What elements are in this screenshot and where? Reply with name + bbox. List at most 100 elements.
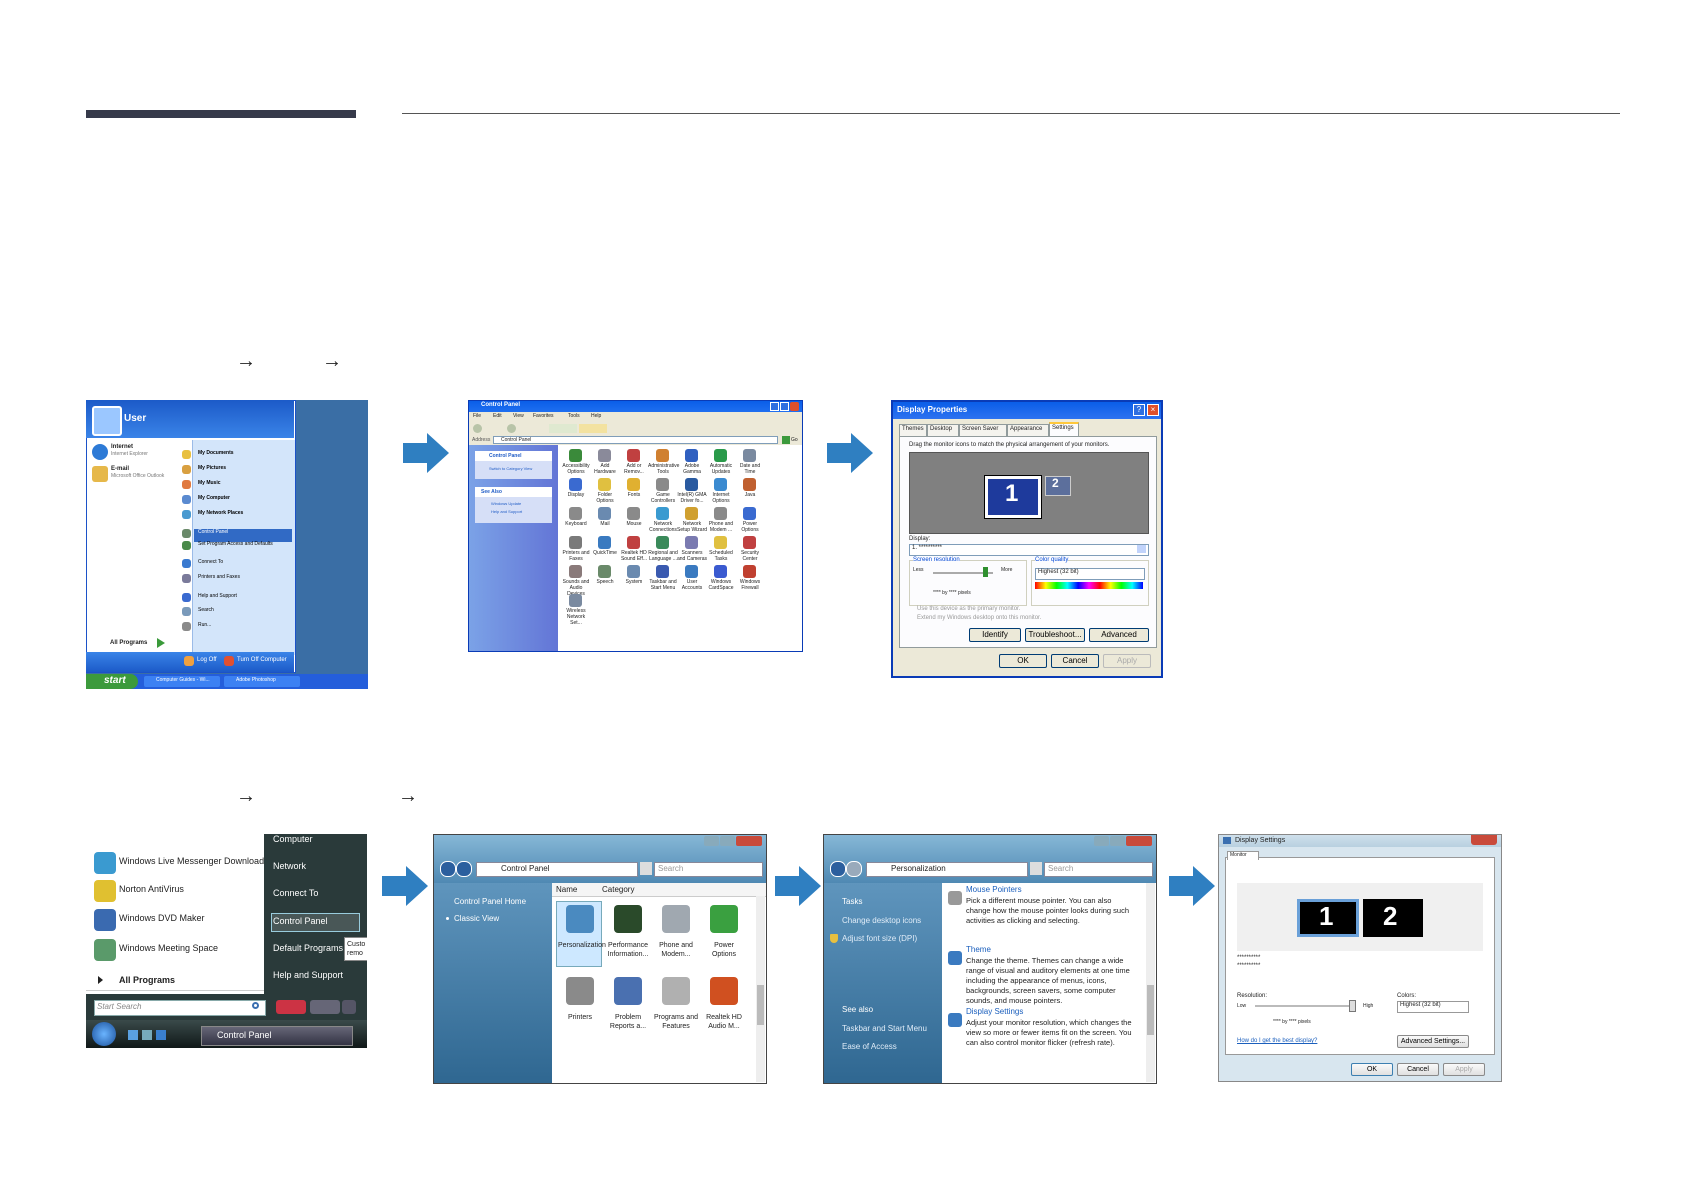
start-item-windows-dvd-maker[interactable]: Windows DVD Maker [119, 913, 205, 923]
start-orb-icon[interactable] [92, 1022, 116, 1046]
phone-and-modem-icon[interactable] [662, 905, 690, 933]
switch-view-link[interactable]: Switch to Category View [489, 466, 532, 471]
cp-item-printers-and-faxes[interactable]: Printers and Faxes [561, 550, 591, 562]
back-icon[interactable] [830, 861, 846, 877]
menu-view[interactable]: View [513, 413, 524, 419]
advanced-button[interactable]: Advanced [1089, 628, 1149, 642]
cp-item-speech[interactable]: Speech [590, 579, 620, 585]
start-right-help-and-support[interactable]: Help and Support [273, 970, 343, 980]
ok-button[interactable]: OK [1351, 1063, 1393, 1076]
cp-item-power-options[interactable]: Power Options [735, 521, 765, 533]
folders-icon[interactable] [579, 424, 607, 433]
quicktime-icon[interactable] [598, 536, 611, 549]
mail-icon[interactable] [598, 507, 611, 520]
cp-item-adobe-gamma[interactable]: Adobe Gamma [677, 463, 707, 475]
cp-item-keyboard[interactable]: Keyboard [561, 521, 591, 527]
refresh-icon[interactable] [640, 862, 652, 875]
display-icon[interactable] [569, 478, 582, 491]
control-panel-home-link[interactable]: Control Panel Home [454, 897, 526, 906]
shutdown-options-button[interactable] [342, 1000, 356, 1014]
scanners-and-cameras-icon[interactable] [685, 536, 698, 549]
cp-item-add-hardware[interactable]: Add Hardware [590, 463, 620, 475]
realtek-hd-audio-m-icon[interactable] [710, 977, 738, 1005]
programs-and-features-icon[interactable] [662, 977, 690, 1005]
menu-favorites[interactable]: Favorites [533, 413, 554, 419]
minimize-icon[interactable] [704, 836, 719, 846]
start-item-run[interactable]: Run... [198, 622, 211, 628]
breadcrumb[interactable]: Control Panel [501, 864, 549, 873]
start-item-my-network-places[interactable]: My Network Places [198, 510, 243, 516]
scheduled-tasks-icon[interactable] [714, 536, 727, 549]
turn-off-button[interactable]: Turn Off Computer [237, 657, 287, 663]
start-item-norton-antivirus[interactable]: Norton AntiVirus [119, 884, 184, 894]
java-icon[interactable] [743, 478, 756, 491]
forward-icon[interactable] [456, 861, 472, 877]
performance-information-icon[interactable] [614, 905, 642, 933]
quick-launch-icon[interactable] [142, 1030, 152, 1040]
user-accounts-icon[interactable] [685, 565, 698, 578]
cp-item-automatic-updates[interactable]: Automatic Updates [706, 463, 736, 475]
start-right-control-panel[interactable]: Control Panel [273, 916, 328, 926]
start-right-computer[interactable]: Computer [273, 834, 313, 844]
cp-item-phone-and-modem[interactable]: Phone and Modem... [654, 941, 698, 959]
taskbar-and-start-menu-icon[interactable] [656, 565, 669, 578]
forward-icon[interactable] [846, 861, 862, 877]
administrative-tools-icon[interactable] [656, 449, 669, 462]
minimize-icon[interactable] [1094, 836, 1109, 846]
classic-view-link[interactable]: Classic View [454, 914, 499, 923]
cp-item-date-and-time[interactable]: Date and Time [735, 463, 765, 475]
all-programs-button[interactable]: All Programs [119, 975, 175, 985]
start-item-search[interactable]: Search [198, 607, 214, 613]
cp-item-system[interactable]: System [619, 579, 649, 585]
network-setup-wizard-icon[interactable] [685, 507, 698, 520]
cancel-button[interactable]: Cancel [1051, 654, 1099, 668]
troubleshoot-button[interactable]: Troubleshoot... [1025, 628, 1085, 642]
start-item-my-computer[interactable]: My Computer [198, 495, 230, 501]
menu-edit[interactable]: Edit [493, 413, 502, 419]
lock-button[interactable] [310, 1000, 340, 1014]
all-programs-button[interactable]: All Programs [110, 640, 147, 646]
intel-r-gma-driver-fo-icon[interactable] [685, 478, 698, 491]
start-item-my-pictures[interactable]: My Pictures [198, 465, 226, 471]
best-display-link[interactable]: How do I get the best display? [1237, 1038, 1317, 1044]
close-icon[interactable] [790, 402, 799, 411]
cp-item-add-or-remov[interactable]: Add or Remov... [619, 463, 649, 475]
accessibility-options-icon[interactable] [569, 449, 582, 462]
close-icon[interactable] [736, 836, 762, 846]
cp-item-performance-information[interactable]: Performance Information... [606, 941, 650, 959]
cp-item-windows-firewall[interactable]: Windows Firewall [735, 579, 765, 591]
windows-cardspace-icon[interactable] [714, 565, 727, 578]
adobe-gamma-icon[interactable] [685, 449, 698, 462]
automatic-updates-icon[interactable] [714, 449, 727, 462]
printers-icon[interactable] [566, 977, 594, 1005]
cp-item-taskbar-and-start-menu[interactable]: Taskbar and Start Menu [648, 579, 678, 591]
windows-firewall-icon[interactable] [743, 565, 756, 578]
cp-item-internet-options[interactable]: Internet Options [706, 492, 736, 504]
cp-item-regional-and-language[interactable]: Regional and Language ... [648, 550, 678, 562]
power-button[interactable] [276, 1000, 306, 1014]
cp-item-printers[interactable]: Printers [558, 1013, 602, 1022]
scrollbar[interactable] [1146, 883, 1155, 1082]
cp-item-power-options[interactable]: Power Options [702, 941, 746, 959]
go-button[interactable]: Go [791, 437, 798, 443]
start-item-windows-meeting-space[interactable]: Windows Meeting Space [119, 943, 218, 953]
cp-item-fonts[interactable]: Fonts [619, 492, 649, 498]
pers-item-mouse-pointers[interactable]: Mouse Pointers [966, 885, 1022, 894]
internet-options-icon[interactable] [714, 478, 727, 491]
start-item-email[interactable]: E-mail [111, 466, 129, 472]
resolution-slider[interactable] [1255, 1005, 1355, 1007]
cp-item-wireless-network-set[interactable]: Wireless Network Set... [561, 608, 591, 626]
cp-item-realtek-hd-audio-m[interactable]: Realtek HD Audio M... [702, 1013, 746, 1031]
start-item-internet[interactable]: Internet [111, 444, 133, 450]
cp-item-network-connections[interactable]: Network Connections [648, 521, 678, 533]
quick-launch-icon[interactable] [156, 1030, 166, 1040]
advanced-settings-button[interactable]: Advanced Settings... [1397, 1035, 1469, 1048]
back-icon[interactable] [473, 424, 482, 433]
help-icon[interactable]: ? [1133, 404, 1145, 416]
cp-item-realtek-hd-sound-eff[interactable]: Realtek HD Sound Eff... [619, 550, 649, 562]
folder-options-icon[interactable] [598, 478, 611, 491]
start-item-control-panel[interactable]: Control Panel [198, 529, 228, 535]
minimize-icon[interactable] [770, 402, 779, 411]
ease-of-access-link[interactable]: Ease of Access [842, 1042, 897, 1051]
display-select[interactable] [909, 544, 1149, 556]
